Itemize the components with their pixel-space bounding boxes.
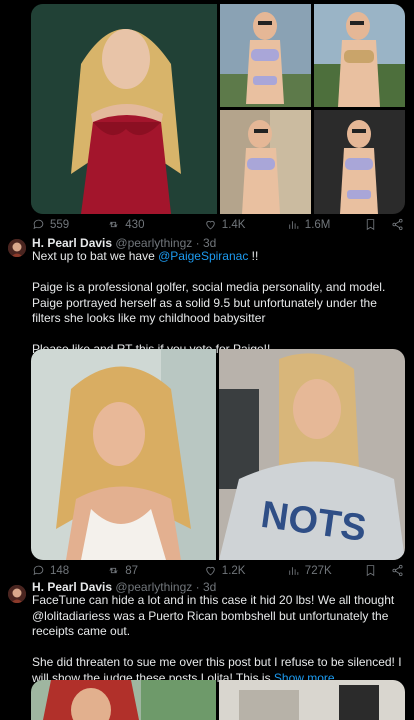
tweet3-photo-right[interactable] xyxy=(219,680,405,720)
avatar[interactable] xyxy=(8,239,26,257)
share-icon[interactable] xyxy=(391,218,404,231)
tweet2-line1-text: Next up to bat we have xyxy=(32,249,159,263)
like-icon xyxy=(206,220,215,230)
reply-count: 559 xyxy=(50,218,70,231)
retweet-count: 430 xyxy=(125,218,145,231)
views-icon xyxy=(289,567,299,575)
tweet1-photo-bikini-1[interactable] xyxy=(220,4,311,107)
timestamp[interactable]: 3d xyxy=(203,580,216,594)
mention-link[interactable]: @PaigeSpiranac xyxy=(158,249,248,263)
tweet1-photo-bikini-4[interactable] xyxy=(314,110,405,214)
tweet2-action-bar: 148 87 1.2K 727K xyxy=(32,564,404,577)
avatar[interactable] xyxy=(8,585,26,603)
tweet2-photo-left[interactable] xyxy=(31,349,216,560)
like-count: 1.2K xyxy=(221,564,246,577)
views-button[interactable]: 727K xyxy=(287,564,364,577)
reply-icon xyxy=(33,565,44,576)
separator-dot: · xyxy=(195,580,200,594)
like-button[interactable]: 1.2K xyxy=(204,564,287,577)
author-name[interactable]: H. Pearl Davis xyxy=(32,236,112,250)
tweet2-line1-suffix: !! xyxy=(248,249,259,263)
reply-icon xyxy=(33,219,44,230)
tweet2-line1: Next up to bat we have @PaigeSpiranac !! xyxy=(32,249,406,265)
share-icon[interactable] xyxy=(391,564,404,577)
retweet-count: 87 xyxy=(125,564,139,577)
reply-count: 148 xyxy=(50,564,70,577)
tweet2-media[interactable]: NOTS xyxy=(31,349,405,560)
views-button[interactable]: 1.6M xyxy=(287,218,364,231)
tweet1-media[interactable] xyxy=(31,4,405,214)
tweet2-photo-right[interactable]: NOTS xyxy=(219,349,405,560)
author-handle[interactable]: @pearlythingz xyxy=(115,236,192,250)
bookmark-icon[interactable] xyxy=(364,218,377,231)
tweet1-photo-bikini-2[interactable] xyxy=(314,4,405,107)
tweet3-para1: FaceTune can hide a lot and in this case… xyxy=(32,593,395,638)
like-count: 1.4K xyxy=(221,218,246,231)
like-button[interactable]: 1.4K xyxy=(204,218,287,231)
tweet2-para2: Paige is a professional golfer, social m… xyxy=(32,280,386,325)
separator-dot: · xyxy=(195,236,200,250)
retweet-icon xyxy=(109,567,118,574)
tweet3-photo-left[interactable] xyxy=(31,680,216,720)
retweet-button[interactable]: 87 xyxy=(107,564,204,577)
tweet1-photo-red-dress[interactable] xyxy=(31,4,217,214)
tweet2-header: H. Pearl Davis @pearlythingz · 3d xyxy=(32,236,216,250)
retweet-button[interactable]: 430 xyxy=(107,218,204,231)
views-count: 1.6M xyxy=(304,218,331,231)
views-icon xyxy=(289,221,299,229)
timestamp[interactable]: 3d xyxy=(203,236,216,250)
reply-button[interactable]: 559 xyxy=(32,218,107,231)
author-name[interactable]: H. Pearl Davis xyxy=(32,580,112,594)
views-count: 727K xyxy=(304,564,332,577)
tweet1-action-bar: 559 430 1.4K 1.6M xyxy=(32,218,404,231)
tweet1-photo-bikini-3[interactable] xyxy=(220,110,311,214)
retweet-icon xyxy=(109,221,118,228)
like-icon xyxy=(206,566,215,576)
tweet3-media[interactable] xyxy=(31,680,405,720)
reply-button[interactable]: 148 xyxy=(32,564,107,577)
bookmark-icon[interactable] xyxy=(364,564,377,577)
tweet3-header: H. Pearl Davis @pearlythingz · 3d xyxy=(32,580,216,594)
author-handle[interactable]: @pearlythingz xyxy=(115,580,192,594)
